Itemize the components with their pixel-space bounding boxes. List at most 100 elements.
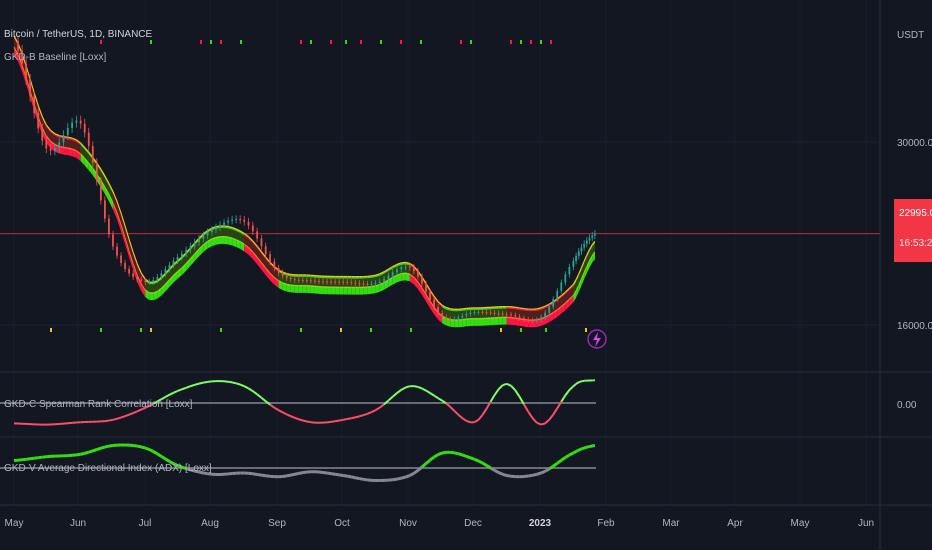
time-label-jun: Jun	[70, 518, 86, 529]
candle-body	[289, 277, 292, 280]
candle-body	[305, 280, 308, 282]
price-tick-30000: 30000.00	[897, 138, 932, 149]
baseline-channel-segment	[482, 309, 487, 318]
candle-body	[140, 279, 143, 281]
candle-body	[591, 235, 594, 238]
candle-body	[112, 234, 114, 247]
candle-body	[189, 246, 192, 250]
baseline-upper-edge	[450, 308, 455, 310]
spearman-indicator-title[interactable]: GKD-C Spearman Rank Correlation [Loxx]	[4, 399, 193, 410]
adx-segment	[527, 473, 533, 478]
signal-marker	[300, 328, 302, 332]
candle-body	[481, 311, 484, 313]
spearman-segment	[429, 392, 435, 397]
adx-segment	[481, 461, 488, 467]
price-pane[interactable]	[0, 35, 880, 332]
candle-body	[346, 281, 349, 283]
adx-segment	[532, 472, 538, 477]
spearman-segment	[164, 393, 170, 398]
baseline-indicator-title[interactable]: GKD-B Baseline [Loxx]	[4, 52, 106, 63]
adx-segment	[88, 449, 94, 454]
adx-segment	[441, 450, 447, 455]
candle-body	[396, 269, 398, 273]
baseline-channel-segment	[294, 276, 299, 285]
adx-segment	[298, 471, 304, 475]
candle-body	[366, 283, 369, 285]
candle-body	[281, 272, 284, 276]
signal-marker	[460, 40, 462, 44]
spearman-segment	[177, 388, 183, 392]
candle-body	[501, 313, 504, 315]
adx-segment	[326, 471, 332, 476]
adx-segment	[433, 453, 439, 459]
spearman-segment	[421, 387, 427, 392]
signal-marker	[520, 40, 522, 44]
lightning-icon[interactable]	[587, 329, 607, 349]
spearman-segment	[363, 412, 368, 417]
spearman-segment	[477, 414, 484, 421]
signal-marker	[200, 40, 202, 44]
trading-chart[interactable]: Bitcoin / TetherUS, 1D, BINANCE GKD-B Ba…	[0, 0, 932, 550]
price-tick-16000: 16000.00	[897, 321, 932, 332]
time-label-oct: Oct	[334, 518, 350, 529]
spearman-segment	[256, 393, 263, 399]
signal-marker	[330, 40, 332, 44]
candle-body	[362, 283, 365, 285]
candle-body	[49, 148, 52, 151]
spearman-segment	[359, 414, 364, 418]
candle-body	[580, 247, 583, 252]
candle-body	[45, 140, 48, 149]
spearman-segment	[502, 382, 508, 387]
signal-marker	[410, 328, 412, 332]
candle-body	[374, 283, 377, 285]
time-label-aug: Aug	[201, 518, 219, 529]
candle-body	[540, 317, 543, 320]
spearman-segment	[396, 389, 402, 394]
spearman-segment	[247, 387, 254, 392]
candle-body	[239, 219, 242, 221]
spearman-segment	[198, 381, 204, 385]
spearman-segment	[243, 385, 249, 390]
candle-body	[577, 251, 580, 256]
adx-segment	[425, 458, 432, 465]
signal-marker	[400, 40, 402, 44]
spearman-segment	[497, 384, 504, 390]
candle-body	[206, 232, 209, 236]
symbol-title[interactable]: Bitcoin / TetherUS, 1D, BINANCE	[4, 29, 153, 40]
adx-segment	[290, 472, 296, 477]
adx-segment	[583, 445, 588, 450]
adx-segment	[461, 453, 467, 458]
adx-indicator-title[interactable]: GKD-V Average Directional Index (ADX) [L…	[4, 463, 212, 474]
baseline-channel-segment	[450, 310, 455, 320]
candle-body	[58, 142, 61, 149]
candle-body	[160, 273, 163, 278]
spearman-segment	[338, 418, 344, 422]
signal-marker	[220, 328, 222, 332]
candle-body	[17, 41, 19, 51]
candle-body	[544, 312, 547, 318]
signal-marker	[510, 40, 512, 44]
candle-body	[560, 282, 563, 291]
candle-body	[211, 229, 213, 233]
spearman-segment	[548, 413, 555, 421]
adx-segment	[136, 444, 142, 449]
spearman-segment	[282, 411, 288, 416]
baseline-channel-segment	[224, 227, 229, 237]
spearman-segment	[173, 390, 178, 394]
candle-body	[391, 272, 394, 276]
candle-body	[493, 312, 496, 314]
candle-body	[354, 282, 357, 284]
baseline-mid-edge	[63, 147, 68, 149]
spearman-segment	[347, 417, 352, 421]
candle-body	[461, 315, 464, 318]
adx-segment	[409, 472, 415, 477]
adx-segment	[104, 444, 110, 449]
candle-body	[148, 281, 151, 283]
candle-body	[310, 280, 312, 282]
candle-body	[185, 249, 188, 254]
adx-segment	[493, 469, 500, 474]
candle-body	[108, 218, 110, 235]
baseline-channel-segment	[67, 139, 73, 149]
signal-marker	[345, 40, 347, 44]
adx-segment	[286, 473, 292, 478]
